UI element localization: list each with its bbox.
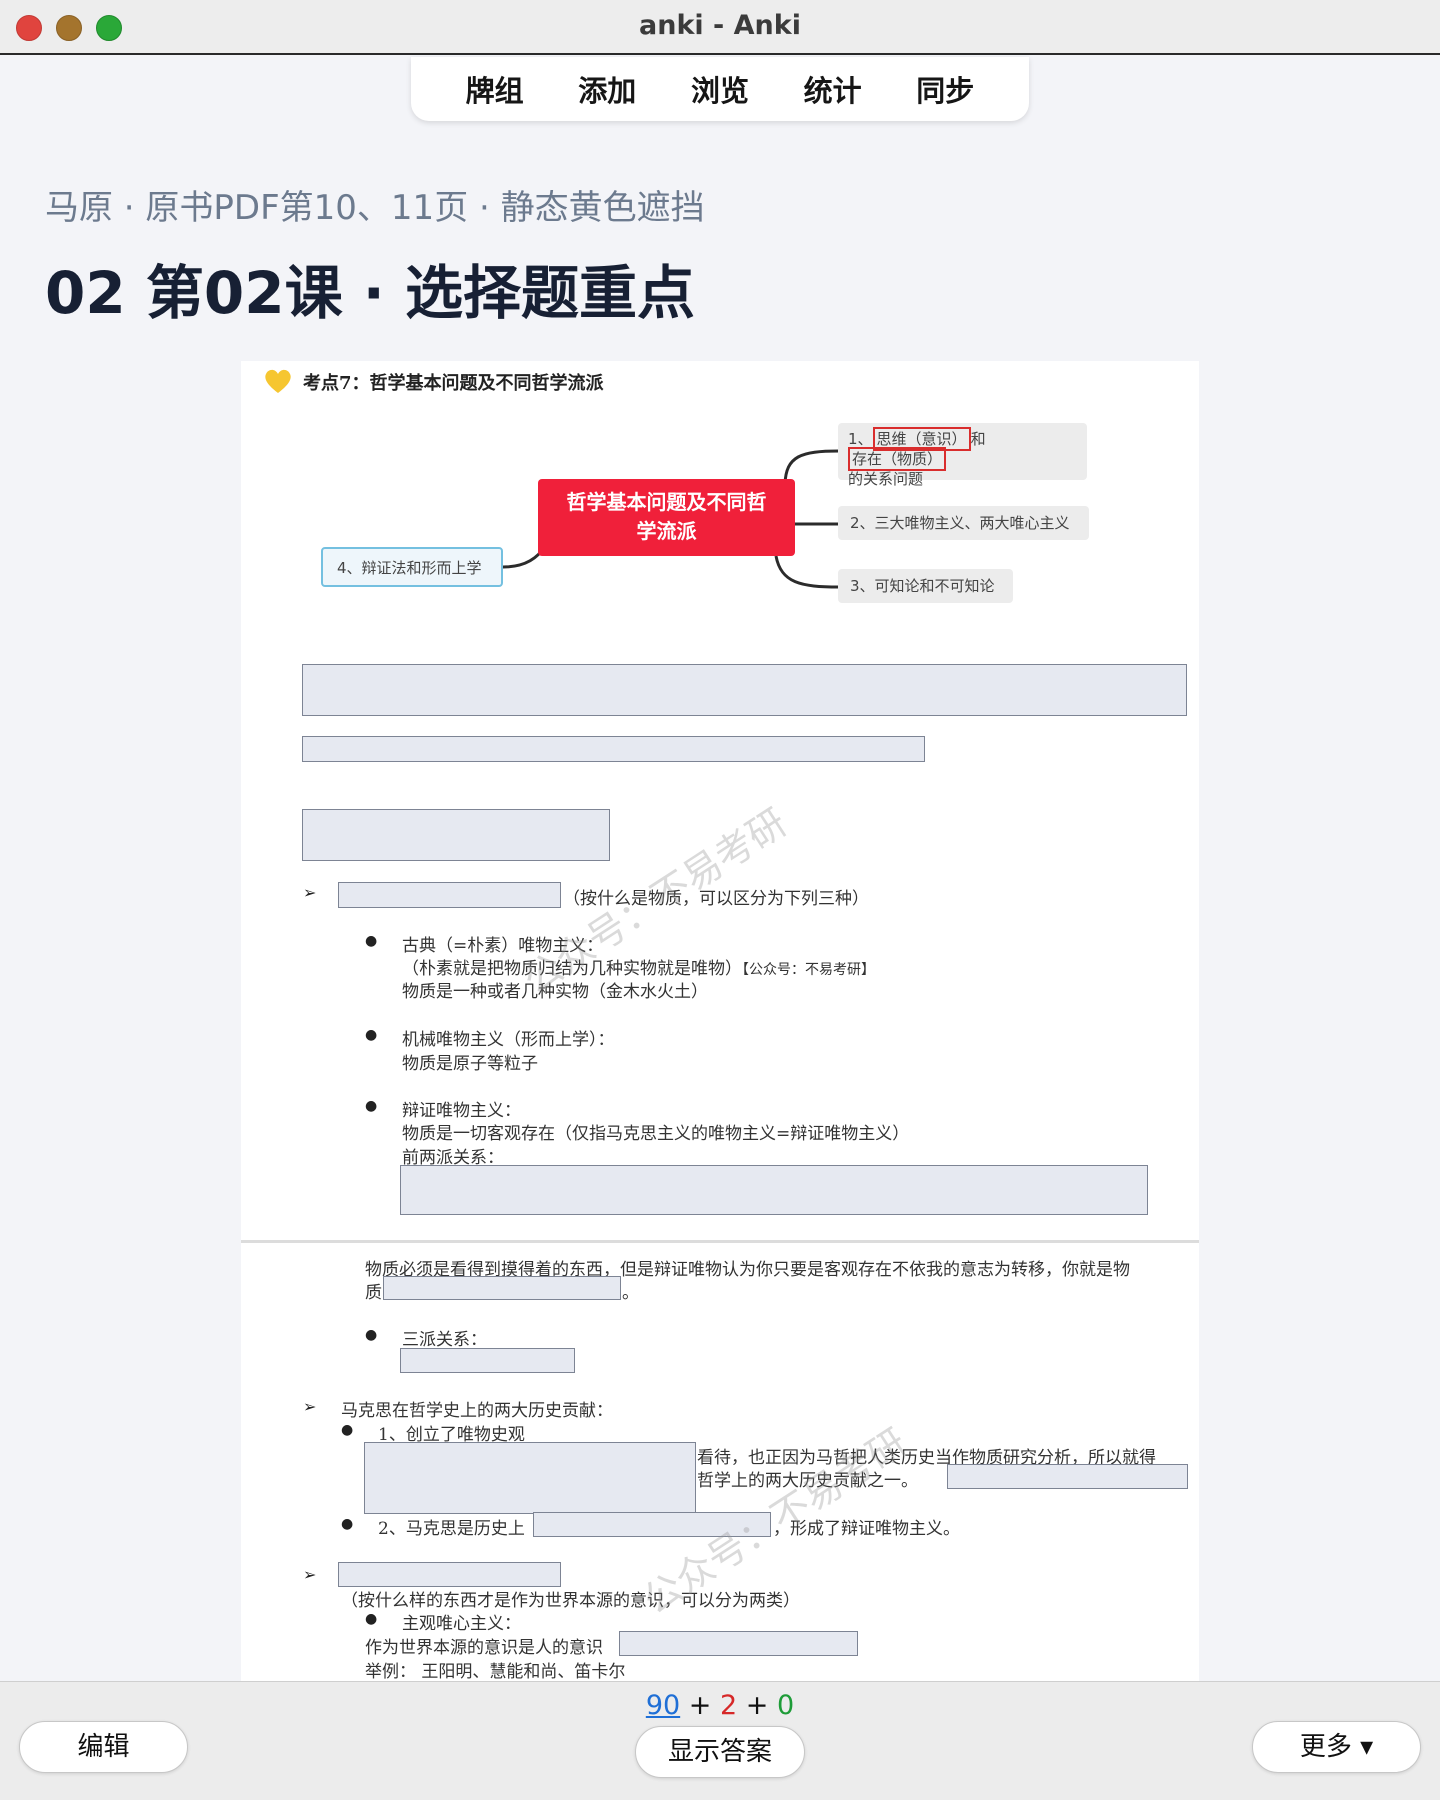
text-line: 主观唯心主义：: [402, 1614, 521, 1634]
show-answer-button[interactable]: 显示答案: [635, 1726, 805, 1778]
bullet-dot: ●: [341, 1516, 354, 1532]
count-review: 0: [776, 1690, 795, 1721]
occlusion-mask[interactable]: [302, 736, 925, 762]
text-line: 质: [365, 1283, 382, 1303]
bullet-dot: ●: [365, 1098, 378, 1114]
occlusion-mask[interactable]: [400, 1348, 575, 1373]
bullet-dot: ●: [365, 1327, 378, 1343]
text-line: （按什么样的东西才是作为世界本源的意识，可以分为两类）: [341, 1591, 800, 1611]
deck-path: 马原 · 原书PDF第10、11页 · 静态黄色遮挡: [45, 188, 705, 228]
node1-highlight-existence: 存在（物质）: [848, 447, 947, 471]
occlusion-mask[interactable]: [338, 882, 561, 908]
mindmap-node-4: 4、辩证法和形而上学: [321, 547, 503, 587]
text-line: 马克思在哲学史上的两大历史贡献：: [341, 1401, 613, 1421]
occlusion-mask[interactable]: [364, 1442, 696, 1514]
more-button[interactable]: 更多 ▾: [1252, 1721, 1421, 1773]
occlusion-mask[interactable]: [302, 809, 610, 861]
bullet-dot: ●: [365, 1027, 378, 1043]
tab-browse[interactable]: 浏览: [691, 68, 749, 110]
tab-stats[interactable]: 统计: [804, 68, 862, 110]
bullet-dot: ●: [365, 1611, 378, 1627]
occlusion-mask[interactable]: [338, 1562, 561, 1587]
arrow-bullet: ➢: [303, 1397, 317, 1416]
node1-line2: 的关系问题: [848, 470, 924, 488]
node1-and: 和: [970, 430, 986, 448]
mindmap-center-node: 哲学基本问题及不同哲 学流派: [538, 479, 795, 556]
arrow-bullet: ➢: [303, 883, 317, 902]
mindmap-node-1: 1、 思维（意识） 和存在（物质） 的关系问题: [838, 423, 1087, 488]
window-title: anki - Anki: [639, 10, 801, 41]
mindmap-center-line1: 哲学基本问题及不同哲: [566, 490, 767, 514]
bullet-dot: ●: [341, 1422, 354, 1438]
edit-button[interactable]: 编辑: [19, 1721, 188, 1773]
text-line: 2、马克思是历史上: [378, 1519, 525, 1539]
tab-decks[interactable]: 牌组: [466, 68, 524, 110]
count-new: 90: [645, 1690, 681, 1721]
mindmap-node-2: 2、三大唯物主义、两大唯心主义: [838, 506, 1089, 540]
tab-sync[interactable]: 同步: [916, 68, 974, 110]
occlusion-mask[interactable]: [947, 1464, 1188, 1489]
node1-prefix: 1、: [848, 430, 873, 448]
text-line: 物质是一切客观存在（仅指马克思主义的唯物主义=辩证唯物主义）: [402, 1124, 910, 1144]
card-document: 考点7：哲学基本问题及不同哲学流派 哲学基本问题及不同哲 学流派 1、 思维（意识…: [241, 361, 1199, 1681]
text-line: 。: [622, 1283, 639, 1303]
occlusion-mask[interactable]: [383, 1276, 621, 1300]
arrow-bullet: ➢: [303, 1565, 317, 1584]
tab-add[interactable]: 添加: [578, 68, 636, 110]
count-separator: +: [745, 1690, 769, 1721]
title-bar: anki - Anki: [0, 0, 1440, 55]
text-line: 物质是原子等粒子: [402, 1054, 538, 1074]
review-counts: 90 + 2 + 0: [0, 1690, 1440, 1721]
text-line: 辩证唯物主义：: [402, 1101, 521, 1121]
occlusion-mask[interactable]: [619, 1631, 858, 1656]
occlusion-mask[interactable]: [400, 1165, 1148, 1215]
bullet-dot: ●: [365, 933, 378, 949]
text-line: （朴素就是把物质归结为几种实物就是唯物）【公众号：不易考研】: [402, 959, 875, 979]
count-learn: 2: [719, 1690, 738, 1721]
count-separator: +: [688, 1690, 712, 1721]
text-line: 作为世界本源的意识是人的意识: [365, 1638, 603, 1658]
mindmap-center-line2: 学流派: [636, 519, 697, 543]
text-line: 机械唯物主义（形而上学）：: [402, 1030, 615, 1050]
main-toolbar: 牌组 添加 浏览 统计 同步: [411, 57, 1029, 121]
card-title: 02 第02课 · 选择题重点: [45, 259, 696, 327]
page-divider: [241, 1240, 1199, 1243]
text-line: 举例： 王阳明、慧能和尚、笛卡尔: [365, 1662, 626, 1681]
occlusion-mask[interactable]: [302, 664, 1187, 716]
mindmap-node-3: 3、可知论和不可知论: [838, 569, 1013, 603]
text-line: 三派关系：: [402, 1330, 487, 1350]
